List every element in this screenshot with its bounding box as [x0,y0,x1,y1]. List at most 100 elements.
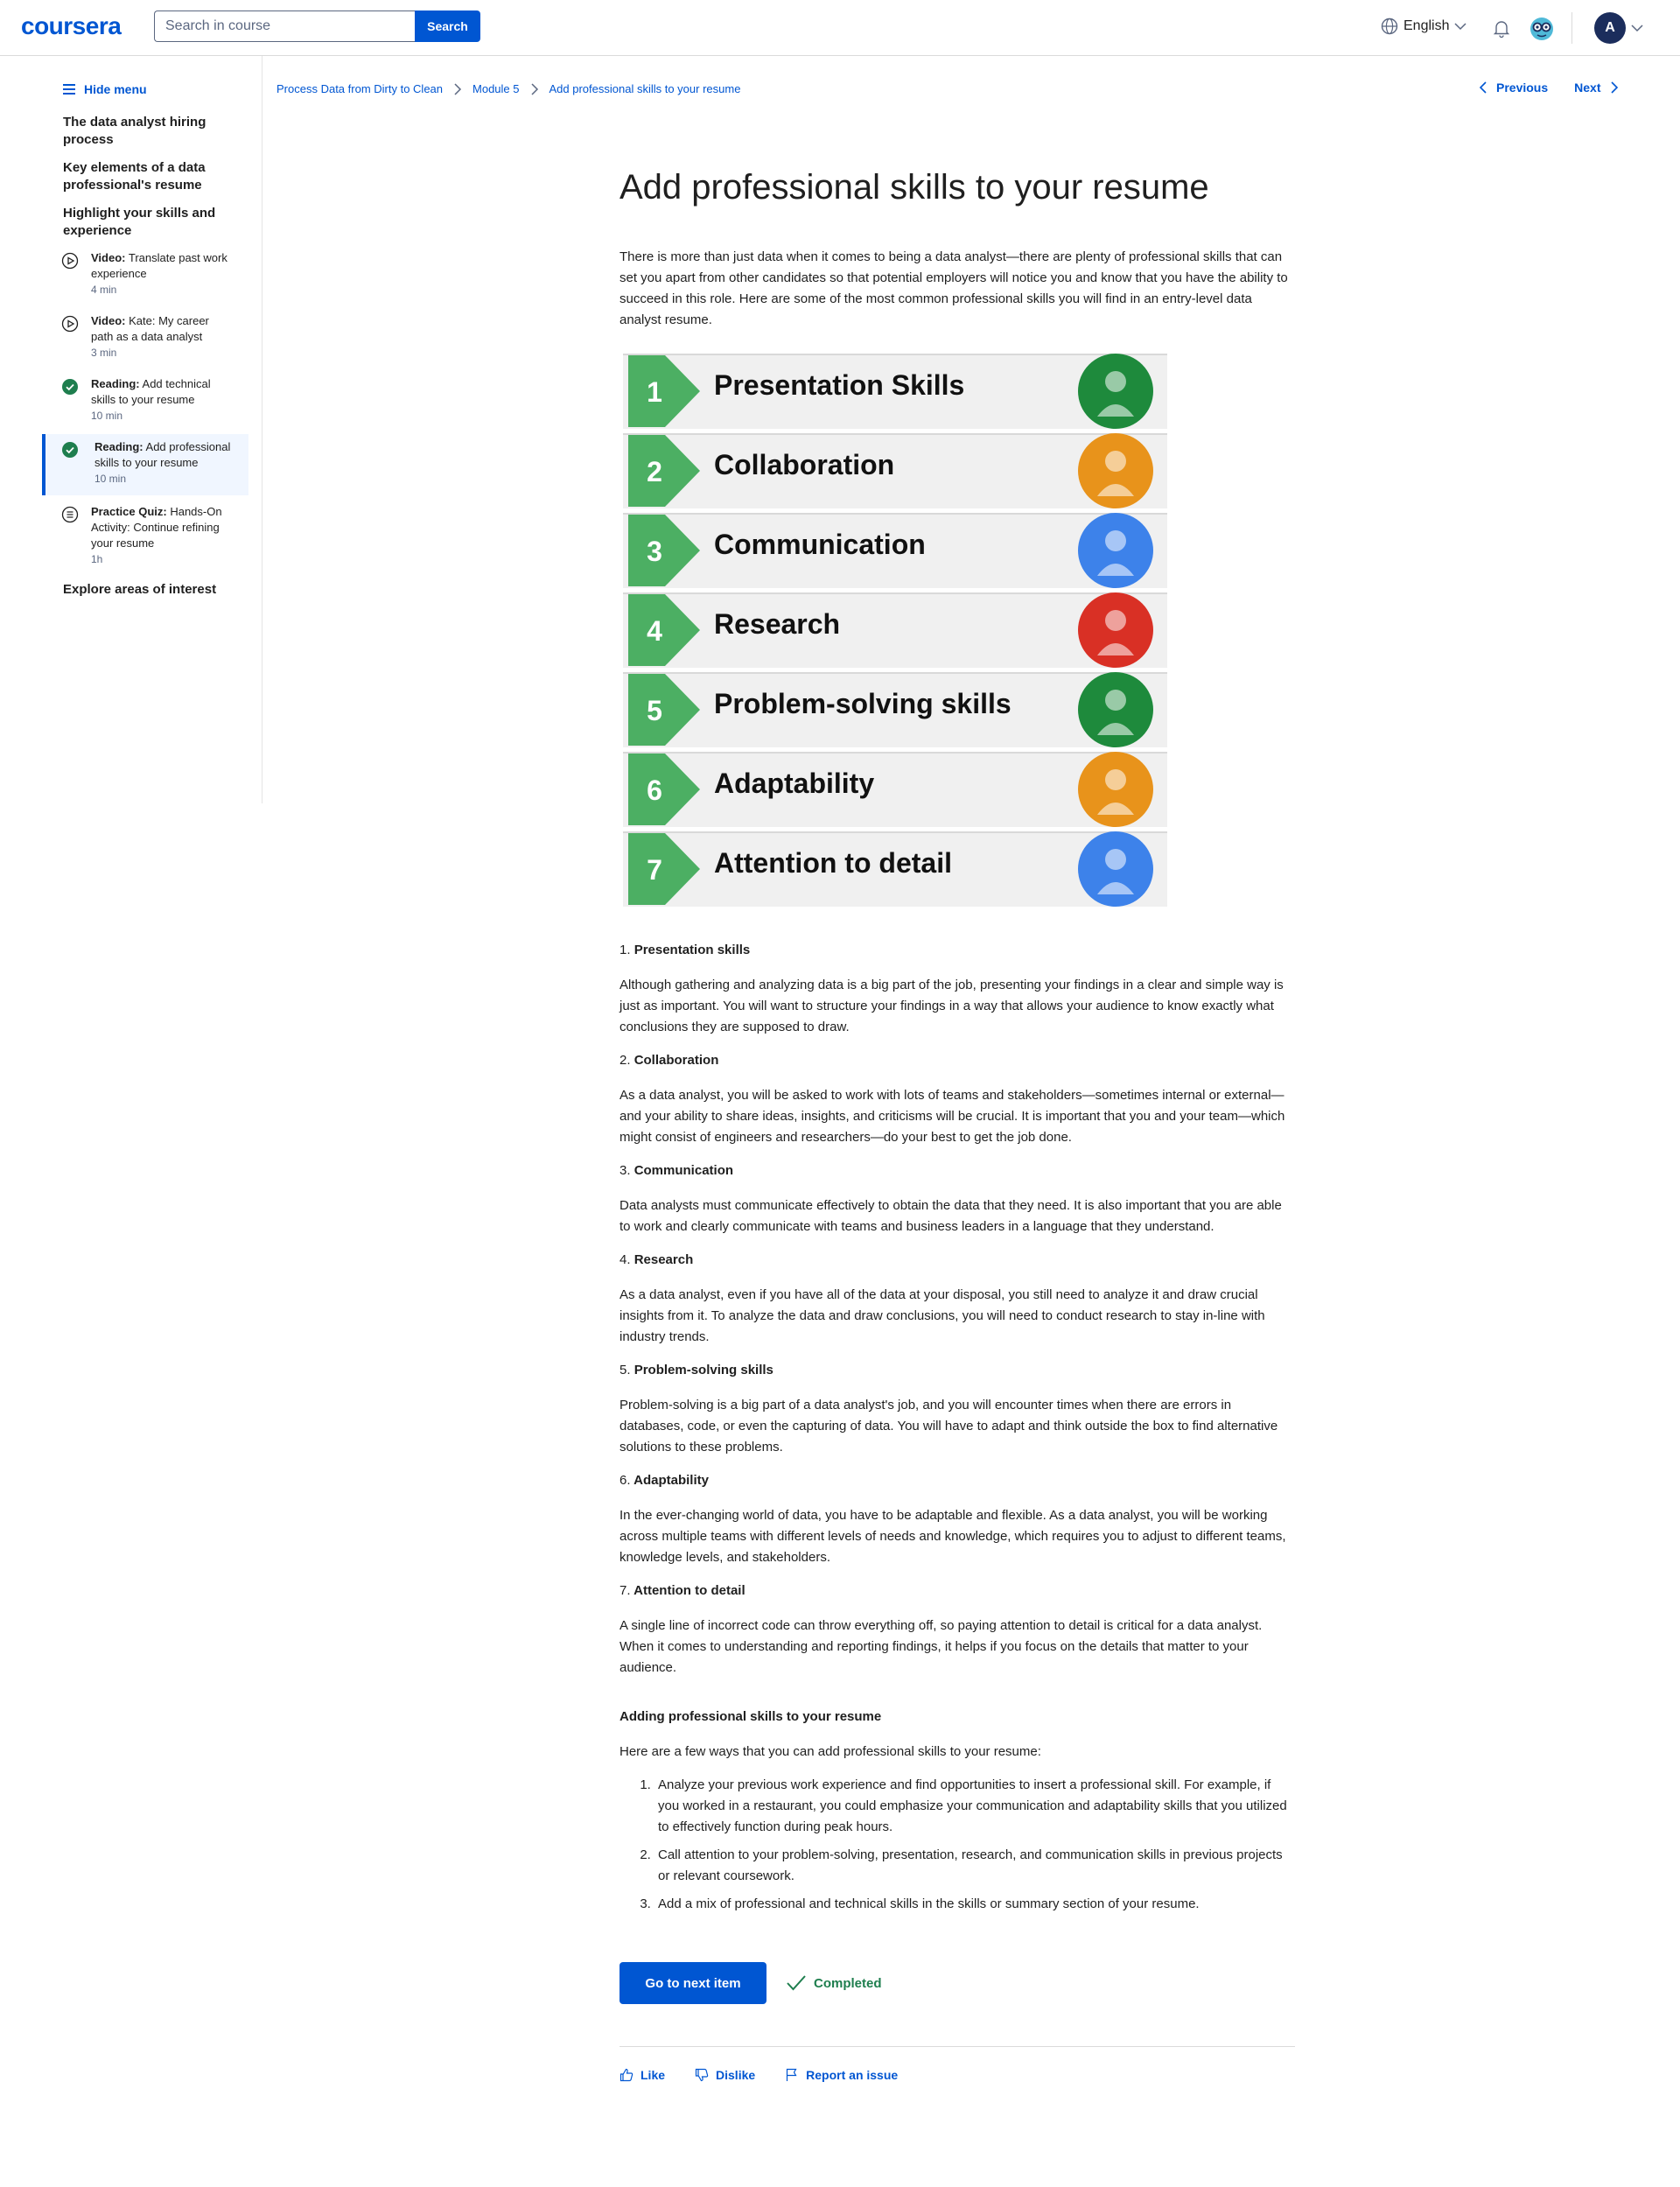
sidebar-section-resume-elements[interactable]: Key elements of a data professional's re… [63,159,238,194]
coursera-logo[interactable]: coursera [21,12,122,40]
item-duration: 10 min [91,410,123,422]
chevron-right-icon [454,82,462,95]
skill-description: A single line of incorrect code can thro… [620,1618,1263,1675]
skill-number: 7. [620,1583,631,1598]
report-issue-button[interactable]: Report an issue [785,2068,898,2082]
skill-name: Adaptability [634,1473,709,1488]
infographic-row: 5 Problem-solving skills [623,672,1167,747]
infographic-number: 6 [647,775,662,806]
infographic-row: 3 Communication [623,513,1167,588]
infographic-label: Presentation Skills [714,369,965,401]
hide-menu-label: Hide menu [84,82,147,96]
skill-description: As a data analyst, you will be asked to … [620,1088,1285,1145]
chevron-left-icon [1479,81,1487,94]
like-button[interactable]: Like [620,2068,665,2082]
breadcrumb-module[interactable]: Module 5 [472,82,519,95]
sidebar-item-professional-skills[interactable]: Reading: Add professional skills to your… [42,434,248,495]
skill-illustration-icon [1078,831,1153,907]
figure-icon [1097,769,1134,815]
skill-heading: 3. Communication [620,1160,1295,1181]
language-label: English [1404,18,1450,33]
number-arrow-icon: 5 [628,674,700,746]
skill-number: 6. [620,1473,631,1488]
play-icon [61,315,79,333]
infographic-row: 4 Research [623,592,1167,668]
language-selector[interactable]: English [1381,18,1467,35]
infographic-number: 5 [647,695,662,726]
infographic-row: 1 Presentation Skills [623,354,1167,429]
skill-heading: 4. Research [620,1250,1295,1271]
report-issue-label: Report an issue [806,2068,899,2082]
coach-icon[interactable] [1528,14,1556,42]
skill-heading: 6. Adaptability [620,1470,1295,1491]
dislike-button[interactable]: Dislike [695,2068,755,2082]
top-bar: coursera Search English A [0,0,1680,56]
number-arrow-icon: 1 [628,355,700,427]
number-arrow-icon: 3 [628,515,700,586]
figure-icon [1097,690,1134,735]
skill-name: Attention to detail [634,1583,746,1598]
sidebar-item-kate-career-path[interactable]: Video: Kate: My career path as a data an… [42,313,248,361]
skill-illustration-icon [1078,752,1153,827]
next-button[interactable]: Next [1574,81,1618,95]
sidebar-item-translate-experience[interactable]: Video: Translate past work experience 4 … [42,250,248,298]
sidebar-section-explore-interest[interactable]: Explore areas of interest [63,581,238,599]
item-type: Video: [91,314,126,327]
infographic-label: Research [714,608,841,640]
search-button[interactable]: Search [415,11,480,42]
notification-bell-icon[interactable] [1491,18,1512,39]
item-navigation: Previous Next [1479,81,1619,95]
number-arrow-icon: 7 [628,833,700,905]
infographic-label: Adaptability [714,768,875,799]
item-duration: 1h [91,553,103,565]
number-arrow-icon: 2 [628,435,700,507]
list-item: Add a mix of professional and technical … [654,1894,1295,1915]
skill-number: 5. [620,1363,631,1377]
infographic-label: Communication [714,529,926,560]
course-sidebar: Hide menu The data analyst hiring proces… [0,56,262,803]
number-arrow-icon: 4 [628,594,700,666]
next-label: Next [1574,81,1601,95]
item-type: Video: [91,251,126,264]
previous-button[interactable]: Previous [1479,81,1548,95]
dislike-label: Dislike [716,2068,756,2082]
figure-icon [1097,610,1134,655]
breadcrumb-current[interactable]: Add professional skills to your resume [550,82,741,95]
skill-illustration-icon [1078,433,1153,508]
check-circle-icon [62,379,78,395]
skill-name: Presentation skills [634,943,751,957]
skill-illustration-icon [1078,513,1153,588]
item-duration: 3 min [91,347,117,359]
chevron-down-icon [1454,23,1467,31]
sidebar-item-technical-skills[interactable]: Reading: Add technical skills to your re… [42,376,248,424]
infographic-label: Collaboration [714,449,895,480]
hide-menu-button[interactable]: Hide menu [63,82,147,96]
skill-heading: 1. Presentation skills [620,940,1295,961]
completed-status: Completed [786,1974,882,1992]
completed-label: Completed [814,1975,882,1991]
skill-description: Data analysts must communicate effective… [620,1198,1282,1234]
infographic-number: 4 [647,615,662,647]
play-icon [61,252,79,270]
sidebar-item-practice-quiz[interactable]: Practice Quiz: Hands-On Activity: Contin… [42,504,248,567]
list-item: Call attention to your problem-solving, … [654,1845,1295,1887]
sidebar-section-highlight-skills[interactable]: Highlight your skills and experience [63,205,238,240]
search-bar: Search [154,11,480,42]
skill-name: Research [634,1252,694,1267]
breadcrumb-course[interactable]: Process Data from Dirty to Clean [276,82,443,95]
infographic-row: 2 Collaboration [623,433,1167,508]
sidebar-section-hiring-process[interactable]: The data analyst hiring process [63,114,238,149]
figure-icon [1097,849,1134,894]
skill-description: Problem-solving is a big part of a data … [620,1398,1278,1454]
figure-icon [1097,451,1134,496]
skill-name: Communication [634,1163,734,1178]
go-to-next-item-button[interactable]: Go to next item [620,1962,766,2004]
search-input[interactable] [154,11,415,42]
skill-illustration-icon [1078,354,1153,429]
previous-label: Previous [1496,81,1549,95]
content-divider [620,2046,1295,2047]
infographic-row: 7 Attention to detail [623,831,1167,907]
infographic-label: Problem-solving skills [714,688,1012,719]
account-menu[interactable]: A [1594,12,1643,44]
skills-list: 1. Presentation skills Although gathering… [620,940,1295,1679]
